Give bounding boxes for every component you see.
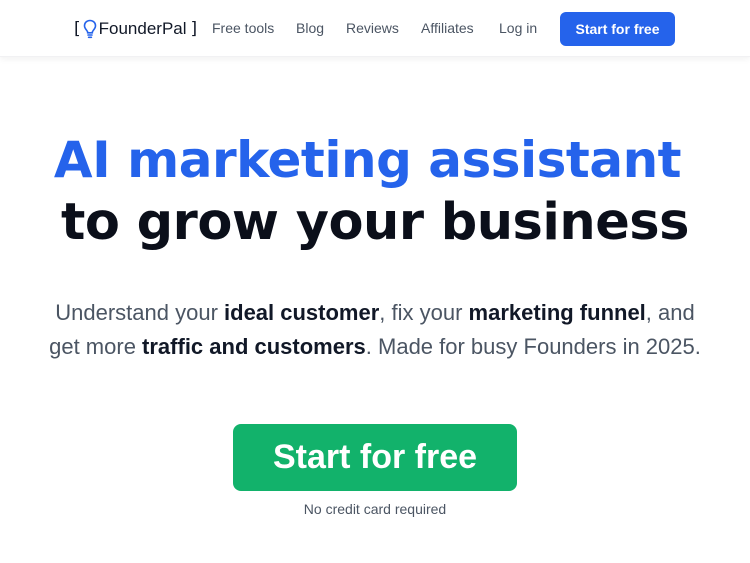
subtitle-text: Understand your — [55, 300, 225, 325]
subtitle-text: , fix your — [379, 300, 469, 325]
nav-start-for-free-button[interactable]: Start for free — [560, 12, 675, 46]
logo-bracket-right: ] — [190, 19, 198, 39]
nav-link-reviews[interactable]: Reviews — [346, 20, 399, 36]
nav-link-free-tools[interactable]: Free tools — [212, 20, 274, 36]
subtitle-emphasis-ideal-customer: ideal customer — [224, 300, 380, 325]
logo-bracket-left: [ — [74, 19, 81, 39]
no-credit-card-note: No credit card required — [303, 501, 447, 517]
nav-link-affiliates[interactable]: Affiliates — [421, 20, 474, 36]
subtitle-emphasis-traffic-and-customers: traffic and customers — [142, 334, 366, 359]
hero-subtitle-line-2: get more traffic and customers. Made for… — [0, 332, 750, 362]
subtitle-text: , and — [645, 300, 695, 325]
hero-headline-accent: AI marketing assistant — [53, 131, 682, 189]
nav-link-log-in[interactable]: Log in — [499, 20, 537, 36]
subtitle-emphasis-marketing-funnel: marketing funnel — [468, 300, 646, 325]
hero-headline: to grow your business — [61, 193, 690, 252]
lightbulb-icon — [83, 19, 96, 39]
subtitle-text: . Made for busy Founders in 2025. — [365, 334, 701, 359]
hero-subtitle-line-1: Understand your ideal customer, fix your… — [0, 298, 750, 328]
subtitle-text: get more — [49, 334, 143, 359]
logo-wordmark: FounderPal — [98, 19, 187, 38]
founderpal-logo[interactable]: [ FounderPal ] — [74, 17, 197, 41]
top-navbar: [ FounderPal ] Free tools Blog Reviews A… — [0, 0, 750, 57]
hero-start-for-free-button[interactable]: Start for free — [233, 424, 517, 491]
nav-link-blog[interactable]: Blog — [296, 20, 324, 36]
